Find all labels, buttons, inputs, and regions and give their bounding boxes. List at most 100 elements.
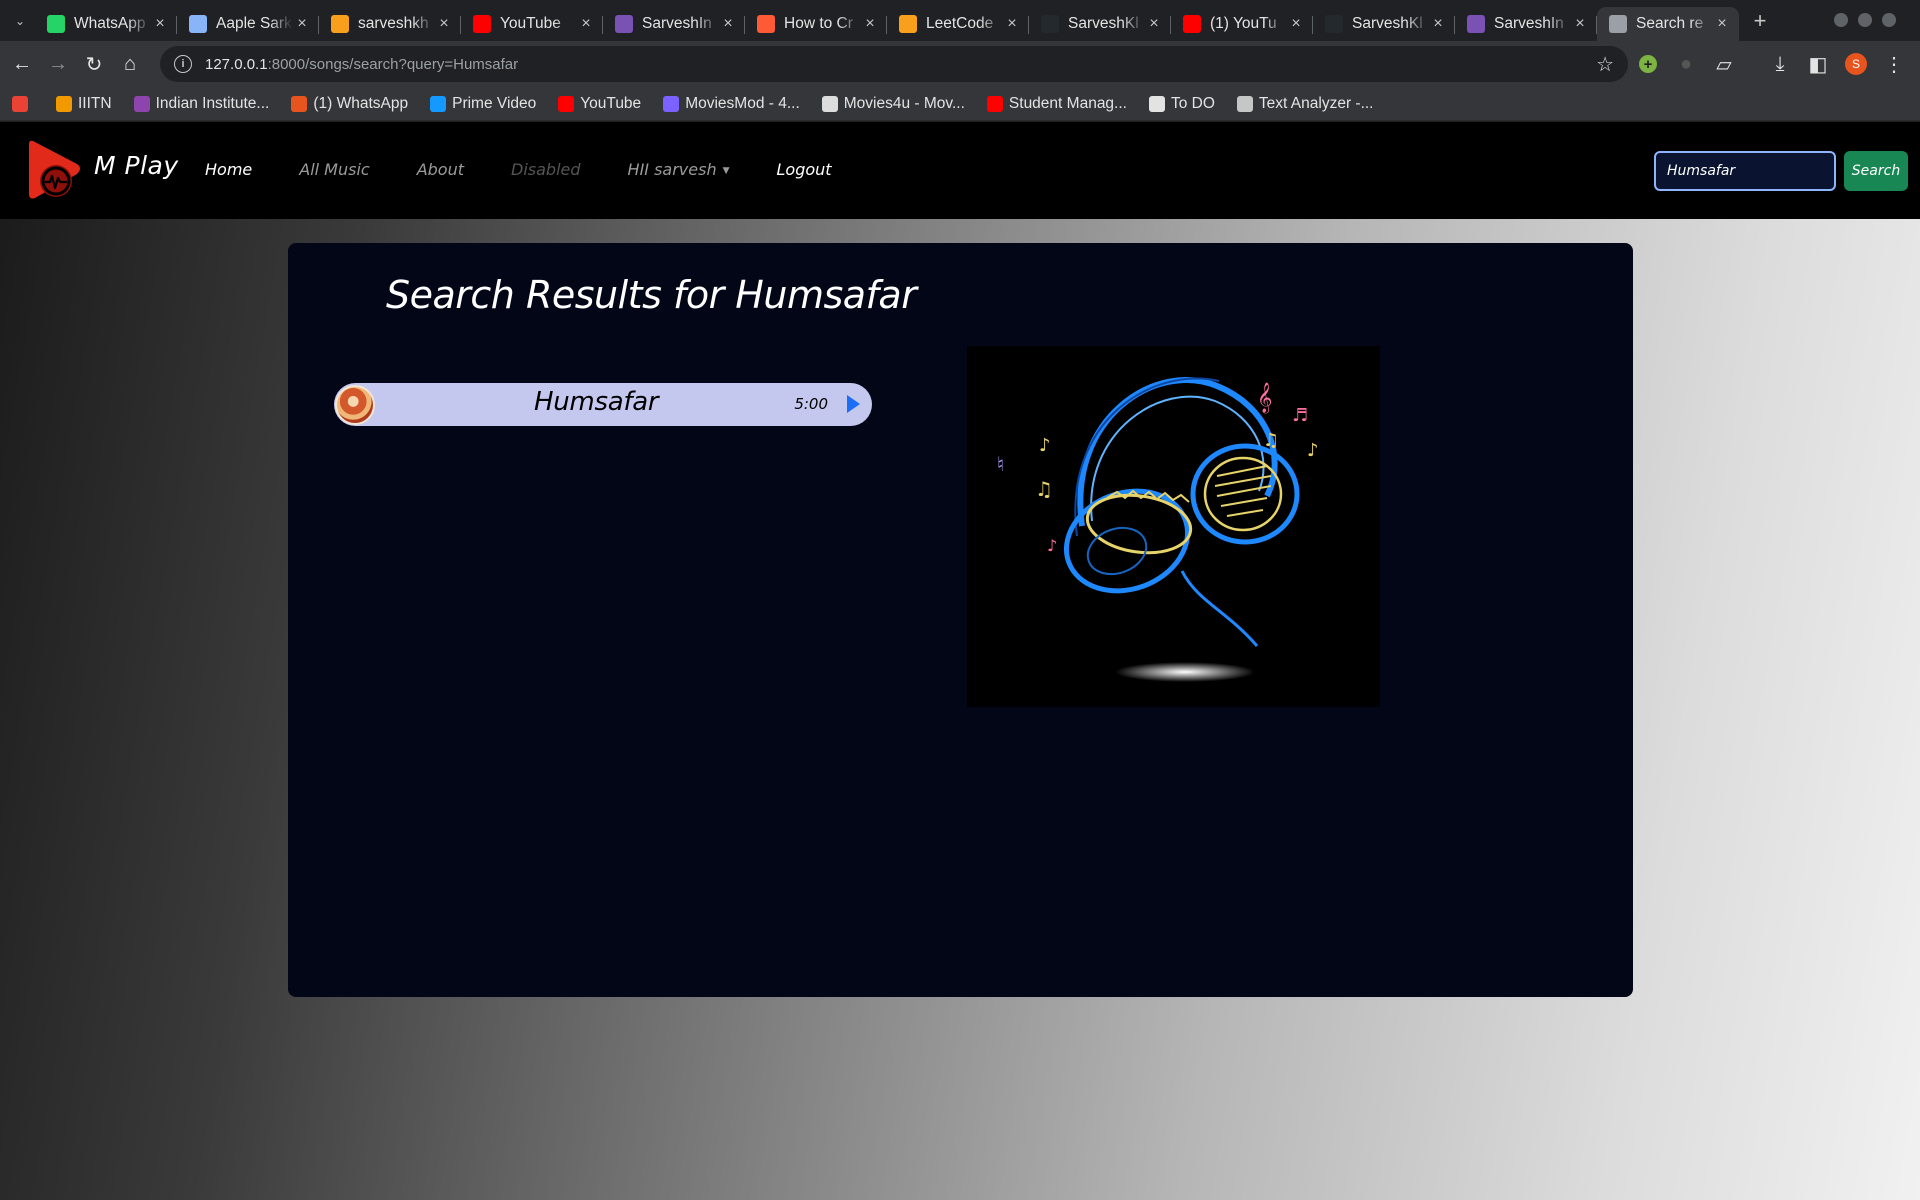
new-tab-plus-icon[interactable]: + [1743, 4, 1777, 38]
search-button[interactable]: Search [1844, 151, 1908, 191]
tab-close-icon[interactable]: × [1145, 15, 1163, 33]
extensions-puzzle-icon[interactable]: ▱ [1706, 46, 1742, 82]
browser-tab[interactable]: Aaple Sarkar× [177, 7, 319, 41]
minimize-window-button[interactable] [1834, 13, 1848, 27]
nav-logout-link[interactable]: Logout [777, 160, 832, 179]
tab-close-icon[interactable]: × [719, 15, 737, 33]
tab-close-icon[interactable]: × [1429, 15, 1447, 33]
browser-tab[interactable]: Search re × [1597, 7, 1739, 41]
bookmark-item[interactable]: YouTube [558, 95, 641, 113]
extension-dark-icon[interactable]: ● [1668, 46, 1704, 82]
results-panel: Search Results for Humsafar Humsafar 5:0… [288, 243, 1633, 997]
bookmark-item[interactable]: Text Analyzer -... [1236, 94, 1374, 113]
bookmark-label: To DO [1170, 94, 1215, 112]
tab-close-icon[interactable]: × [1287, 15, 1305, 33]
browser-tab[interactable]: YouTube × [461, 7, 603, 41]
search-form: Search [1654, 151, 1908, 191]
tab-close-icon[interactable]: × [1713, 15, 1731, 33]
tab-title: YouTube [500, 15, 561, 32]
headphones-illustration-icon: 𝄞 ♬ ♫ ♪ ♪ ♮ ♫ ♪ [997, 377, 1319, 682]
institute-icon [133, 95, 150, 112]
tab-close-icon[interactable]: × [1003, 15, 1021, 33]
nav-all-music-link[interactable]: All Music [299, 160, 369, 179]
tab-search-chevron-icon[interactable]: ⌄ [5, 6, 35, 36]
bookmark-item[interactable]: MoviesMod - 4... [663, 95, 800, 113]
bookmark-item[interactable]: IIITN [56, 95, 112, 113]
maximize-window-button[interactable] [1858, 13, 1872, 27]
bookmark-label: (1) WhatsApp [313, 94, 409, 112]
song-result-row[interactable]: Humsafar 5:00 [334, 383, 872, 426]
bookmark-item[interactable]: Indian Institute... [133, 95, 269, 113]
tab-list: WhatsApp×Aaple Sarkar×sarveshkh× YouTube ×… [35, 0, 1739, 41]
tab-close-icon[interactable]: × [1571, 15, 1589, 33]
toolbar-actions: + ● ▱ ⤓ ◧ S ⋮ [1630, 46, 1912, 82]
nav-links: Home All Music About Disabled HII sarves… [205, 160, 879, 179]
nav-user-dropdown[interactable]: HII sarvesh ▼ [628, 160, 730, 179]
bookmark-item[interactable]: Student Manag... [986, 94, 1127, 113]
browser-toolbar: ← → ↻ ⌂ i 127.0.0.1:8000/songs/search?qu… [0, 41, 1920, 87]
back-arrow-icon[interactable]: ← [4, 46, 40, 82]
tab-title: SarveshKl [1068, 15, 1139, 32]
nav-home-link[interactable]: Home [205, 160, 252, 179]
bookmark-item[interactable]: To DO [1148, 94, 1215, 113]
browser-tab[interactable]: How to Cr × [745, 7, 887, 41]
nav-about-link[interactable]: About [417, 160, 464, 179]
browser-tab-strip: ⌄ WhatsApp×Aaple Sarkar×sarveshkh×YouTub… [0, 0, 1920, 41]
brand[interactable]: M Play [21, 138, 179, 202]
bookmark-item[interactable]: Movies4u - Mov... [821, 95, 965, 113]
globe-icon [1148, 95, 1165, 112]
bootstrap-icon [1467, 15, 1485, 33]
extension-plus-icon[interactable]: + [1630, 46, 1666, 82]
gmail-icon [12, 95, 28, 112]
tab-title: (1) YouTu [1210, 15, 1277, 32]
address-bar[interactable]: i 127.0.0.1:8000/songs/search?query=Hums… [160, 46, 1628, 82]
browser-tab[interactable]: WhatsApp × [35, 7, 177, 41]
side-panel-icon[interactable]: ◧ [1800, 46, 1836, 82]
tab-close-icon[interactable]: × [861, 15, 879, 33]
page-title: Search Results for Humsafar [386, 273, 917, 317]
browser-tab[interactable]: LeetCode × [887, 7, 1029, 41]
svg-text:♪: ♪ [1307, 440, 1319, 461]
tab-close-icon[interactable]: × [293, 15, 311, 33]
song-thumbnail [335, 384, 375, 425]
download-icon[interactable]: ⤓ [1762, 46, 1798, 82]
browser-tab[interactable]: sarveshkh × [319, 7, 461, 41]
browser-tab[interactable]: SarveshIn × [1455, 7, 1597, 41]
search-input[interactable] [1654, 151, 1836, 191]
address-bar-url[interactable]: 127.0.0.1:8000/songs/search?query=Humsaf… [205, 56, 518, 73]
bookmark-item[interactable]: Prime Video [430, 95, 536, 113]
bookmark-item[interactable] [12, 95, 34, 112]
bookmark-star-icon[interactable]: ☆ [1596, 52, 1614, 77]
forward-arrow-icon[interactable]: → [40, 46, 76, 82]
profile-avatar[interactable]: S [1838, 46, 1874, 82]
bookmark-label: IIITN [78, 94, 112, 112]
youtube-icon [473, 15, 491, 33]
browser-menu-icon[interactable]: ⋮ [1876, 46, 1912, 82]
svg-text:♬: ♬ [1292, 405, 1308, 426]
bookmark-item[interactable]: (1) WhatsApp [291, 95, 408, 113]
tab-close-icon[interactable]: × [151, 15, 169, 33]
browser-tab[interactable]: (1) YouTu × [1171, 7, 1313, 41]
page-viewport: M Play Home All Music About Disabled HII… [0, 122, 1920, 1200]
site-navbar: M Play Home All Music About Disabled HII… [0, 122, 1920, 219]
tab-close-icon[interactable]: × [435, 15, 453, 33]
tab-title: SarveshIn [1494, 15, 1564, 32]
svg-text:♫: ♫ [1035, 477, 1053, 501]
bootstrap-icon [615, 15, 633, 33]
song-title: Humsafar [534, 387, 659, 417]
browser-tab[interactable]: SarveshKl × [1313, 7, 1455, 41]
nav-user-label: HII sarvesh [627, 160, 717, 179]
tab-close-icon[interactable]: × [577, 15, 595, 33]
close-window-button[interactable] [1882, 13, 1896, 27]
youtube-icon [558, 95, 575, 112]
site-info-icon[interactable]: i [174, 55, 192, 73]
play-icon[interactable] [847, 395, 860, 413]
bookmark-label: Text Analyzer -... [1258, 94, 1374, 112]
browser-tab[interactable]: SarveshKl × [1029, 7, 1171, 41]
mplay-logo-icon [29, 140, 80, 199]
browser-tab[interactable]: SarveshIn × [603, 7, 745, 41]
reload-icon[interactable]: ↻ [76, 46, 112, 82]
home-icon[interactable]: ⌂ [112, 46, 148, 82]
bookmark-label: Student Manag... [1008, 94, 1127, 112]
globe-icon [1609, 15, 1627, 33]
